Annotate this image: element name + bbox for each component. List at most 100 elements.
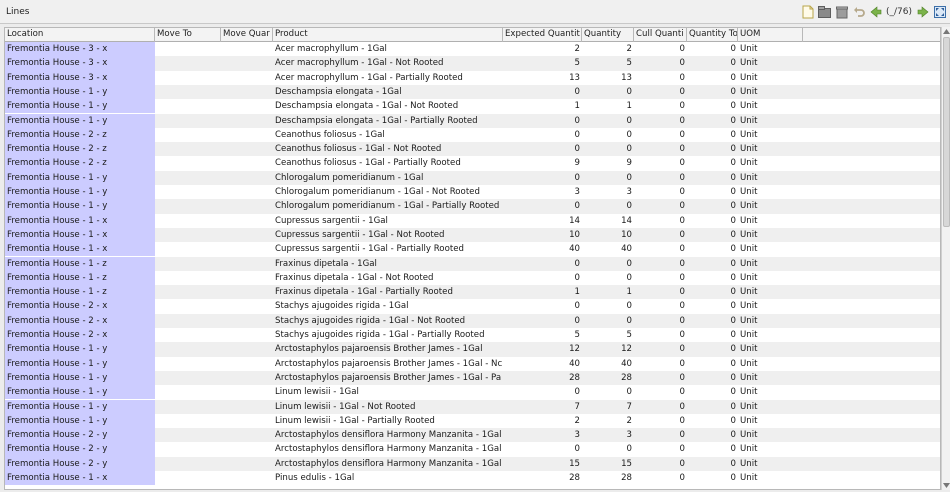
col-move-to-cell[interactable] <box>155 371 221 385</box>
col-move-qty-cell[interactable] <box>221 428 273 442</box>
table-row[interactable]: Fremontia House - 3 - x Acer macrophyllum… <box>5 42 940 57</box>
col-product-header[interactable]: Product <box>273 28 503 42</box>
col-move-qty-cell[interactable] <box>221 342 273 356</box>
col-move-to-cell[interactable] <box>155 214 221 228</box>
col-move-qty-cell[interactable] <box>221 271 273 285</box>
fullscreen-icon[interactable] <box>932 4 948 20</box>
table-row[interactable]: Fremontia House - 1 - x Cupressus sargent… <box>5 227 940 243</box>
col-expected-qty-header[interactable]: Expected Quantit <box>503 28 582 42</box>
table-row[interactable]: Fremontia House - 1 - y Deschampsia elong… <box>5 113 940 128</box>
col-move-qty-cell[interactable] <box>221 185 273 199</box>
col-move-qty-cell[interactable] <box>221 214 273 228</box>
col-move-to-cell[interactable] <box>155 171 221 185</box>
table-row[interactable]: Fremontia House - 2 - y Arctostaphylos de… <box>5 442 940 457</box>
table-row[interactable]: Fremontia House - 1 - y Arctostaphylos pa… <box>5 356 940 371</box>
col-move-to-cell[interactable] <box>155 156 221 170</box>
col-move-qty-cell[interactable] <box>221 400 273 414</box>
table-row[interactable]: Fremontia House - 1 - x Cupressus sargent… <box>5 213 940 228</box>
col-move-to-cell[interactable] <box>155 442 221 456</box>
col-move-qty-cell[interactable] <box>221 371 273 385</box>
col-move-to-cell[interactable] <box>155 414 221 428</box>
col-move-to-cell[interactable] <box>155 185 221 199</box>
delete-icon[interactable] <box>834 4 850 20</box>
table-row[interactable]: Fremontia House - 2 - x Stachys ajugoides… <box>5 313 940 328</box>
col-move-to-cell[interactable] <box>155 428 221 442</box>
new-record-icon[interactable] <box>800 4 816 20</box>
col-move-qty-cell[interactable] <box>221 385 273 399</box>
col-move-qty-cell[interactable] <box>221 56 273 70</box>
col-move-qty-cell[interactable] <box>221 42 273 56</box>
table-row[interactable]: Fremontia House - 1 - y Chlorogalum pomer… <box>5 199 940 214</box>
col-move-to-cell[interactable] <box>155 471 221 485</box>
table-row[interactable]: Fremontia House - 1 - z Fraxinus dipetala… <box>5 256 940 271</box>
table-row[interactable]: Fremontia House - 1 - y Chlorogalum pomer… <box>5 170 940 185</box>
col-move-to-cell[interactable] <box>155 142 221 156</box>
table-row[interactable]: Fremontia House - 1 - y Linum lewisii - 1… <box>5 385 940 400</box>
table-row[interactable]: Fremontia House - 3 - x Acer macrophyllum… <box>5 56 940 71</box>
table-row[interactable]: Fremontia House - 2 - z Ceanothus foliosu… <box>5 142 940 157</box>
col-move-qty-cell[interactable] <box>221 228 273 242</box>
table-row[interactable]: Fremontia House - 1 - x Cupressus sargent… <box>5 242 940 257</box>
col-move-qty-cell[interactable] <box>221 357 273 371</box>
scrollbar-thumb[interactable] <box>943 37 950 227</box>
col-move-to-cell[interactable] <box>155 314 221 328</box>
col-move-to-cell[interactable] <box>155 400 221 414</box>
col-move-to-cell[interactable] <box>155 56 221 70</box>
table-row[interactable]: Fremontia House - 2 - y Arctostaphylos de… <box>5 428 940 443</box>
table-row[interactable]: Fremontia House - 2 - y Arctostaphylos de… <box>5 456 940 471</box>
col-move-qty-cell[interactable] <box>221 257 273 271</box>
col-location-header[interactable]: Location <box>5 28 155 42</box>
table-row[interactable]: Fremontia House - 2 - z Ceanothus foliosu… <box>5 127 940 143</box>
next-page-icon[interactable] <box>915 4 931 20</box>
col-cull-qty-header[interactable]: Cull Quanti <box>634 28 687 42</box>
col-move-to-cell[interactable] <box>155 257 221 271</box>
table-row[interactable]: Fremontia House - 2 - z Ceanothus foliosu… <box>5 156 940 171</box>
col-move-qty-cell[interactable] <box>221 85 273 99</box>
col-move-to-cell[interactable] <box>155 71 221 85</box>
col-move-qty-cell[interactable] <box>221 299 273 313</box>
col-move-to-cell[interactable] <box>155 357 221 371</box>
col-move-qty-cell[interactable] <box>221 199 273 213</box>
table-row[interactable]: Fremontia House - 3 - x Acer macrophyllum… <box>5 70 940 85</box>
col-move-qty-cell[interactable] <box>221 71 273 85</box>
col-move-qty-cell[interactable] <box>221 471 273 485</box>
col-move-to-cell[interactable] <box>155 242 221 256</box>
undo-icon[interactable] <box>851 4 867 20</box>
col-move-qty-cell[interactable] <box>221 156 273 170</box>
vertical-scrollbar[interactable] <box>941 27 950 490</box>
scroll-up-icon[interactable] <box>942 27 950 36</box>
table-row[interactable]: Fremontia House - 2 - x Stachys ajugoides… <box>5 299 940 314</box>
col-move-to-cell[interactable] <box>155 228 221 242</box>
table-row[interactable]: Fremontia House - 1 - y Deschampsia elong… <box>5 99 940 114</box>
col-move-qty-cell[interactable] <box>221 442 273 456</box>
previous-page-icon[interactable] <box>868 4 884 20</box>
col-move-qty-cell[interactable] <box>221 285 273 299</box>
col-move-to-cell[interactable] <box>155 342 221 356</box>
scroll-down-icon[interactable] <box>942 481 950 490</box>
table-row[interactable]: Fremontia House - 1 - z Fraxinus dipetala… <box>5 270 940 286</box>
col-move-qty-cell[interactable] <box>221 314 273 328</box>
save-icon[interactable] <box>817 4 833 20</box>
col-move-to-cell[interactable] <box>155 128 221 142</box>
col-move-to-cell[interactable] <box>155 42 221 56</box>
col-move-qty-cell[interactable] <box>221 99 273 113</box>
col-qty-to-header[interactable]: Quantity To <box>687 28 738 42</box>
col-move-to-cell[interactable] <box>155 85 221 99</box>
table-row[interactable]: Fremontia House - 2 - x Stachys ajugoides… <box>5 328 940 343</box>
col-move-to-cell[interactable] <box>155 114 221 128</box>
table-row[interactable]: Fremontia House - 1 - y Arctostaphylos pa… <box>5 342 940 357</box>
col-move-qty-cell[interactable] <box>221 242 273 256</box>
col-move-to-cell[interactable] <box>155 385 221 399</box>
table-row[interactable]: Fremontia House - 1 - y Linum lewisii - 1… <box>5 399 940 414</box>
col-move-to-cell[interactable] <box>155 285 221 299</box>
col-move-to-cell[interactable] <box>155 328 221 342</box>
col-move-to-cell[interactable] <box>155 199 221 213</box>
col-move-qty-cell[interactable] <box>221 142 273 156</box>
col-move-to-cell[interactable] <box>155 271 221 285</box>
col-move-qty-cell[interactable] <box>221 328 273 342</box>
table-row[interactable]: Fremontia House - 1 - y Chlorogalum pomer… <box>5 185 940 200</box>
col-move-to-cell[interactable] <box>155 299 221 313</box>
table-row[interactable]: Fremontia House - 1 - y Deschampsia elong… <box>5 84 940 100</box>
col-move-to-cell[interactable] <box>155 99 221 113</box>
col-move-qty-cell[interactable] <box>221 128 273 142</box>
